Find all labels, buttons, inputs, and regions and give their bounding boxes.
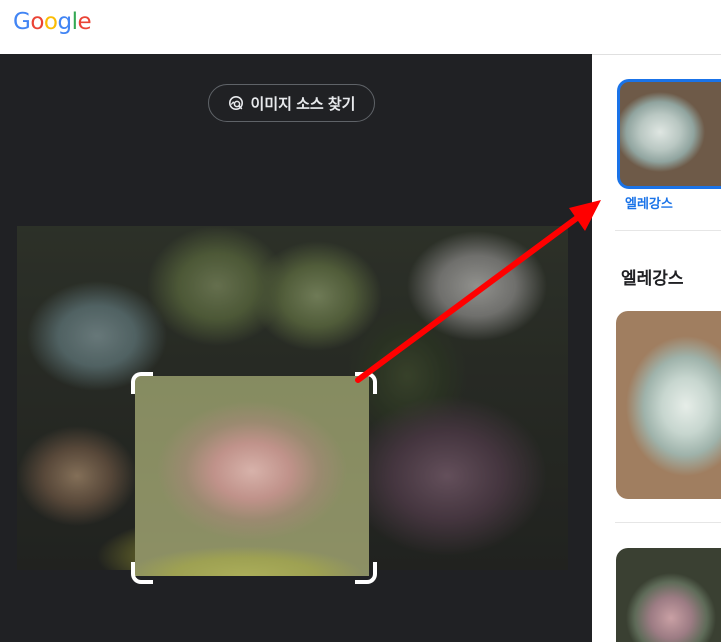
crop-handle-top-left[interactable] — [131, 372, 153, 394]
find-image-source-button[interactable]: 이미지 소스 찾기 — [208, 84, 375, 122]
result-image[interactable] — [616, 311, 721, 499]
google-logo[interactable]: Google — [13, 8, 92, 36]
crop-handle-bottom-right[interactable] — [355, 562, 377, 584]
divider — [615, 230, 721, 231]
logo-letter-g1: G — [13, 9, 31, 35]
logo-letter-g2: g — [57, 9, 72, 35]
logo-letter-o2: o — [43, 9, 58, 35]
header: Google — [0, 0, 721, 54]
related-search-chip-thumbnail[interactable] — [617, 79, 721, 189]
logo-letter-o1: o — [30, 9, 44, 35]
find-image-source-label: 이미지 소스 찾기 — [250, 95, 356, 113]
result-image[interactable] — [616, 548, 721, 642]
logo-letter-e: e — [77, 9, 92, 35]
selection-region[interactable] — [135, 376, 369, 576]
crop-handle-bottom-left[interactable] — [131, 562, 153, 584]
divider — [615, 522, 721, 523]
crop-handle-top-right[interactable] — [355, 372, 377, 394]
related-search-chip-label[interactable]: 엘레강스 — [625, 193, 673, 212]
image-search-icon — [228, 96, 243, 110]
results-section-title: 엘레강스 — [621, 269, 684, 288]
